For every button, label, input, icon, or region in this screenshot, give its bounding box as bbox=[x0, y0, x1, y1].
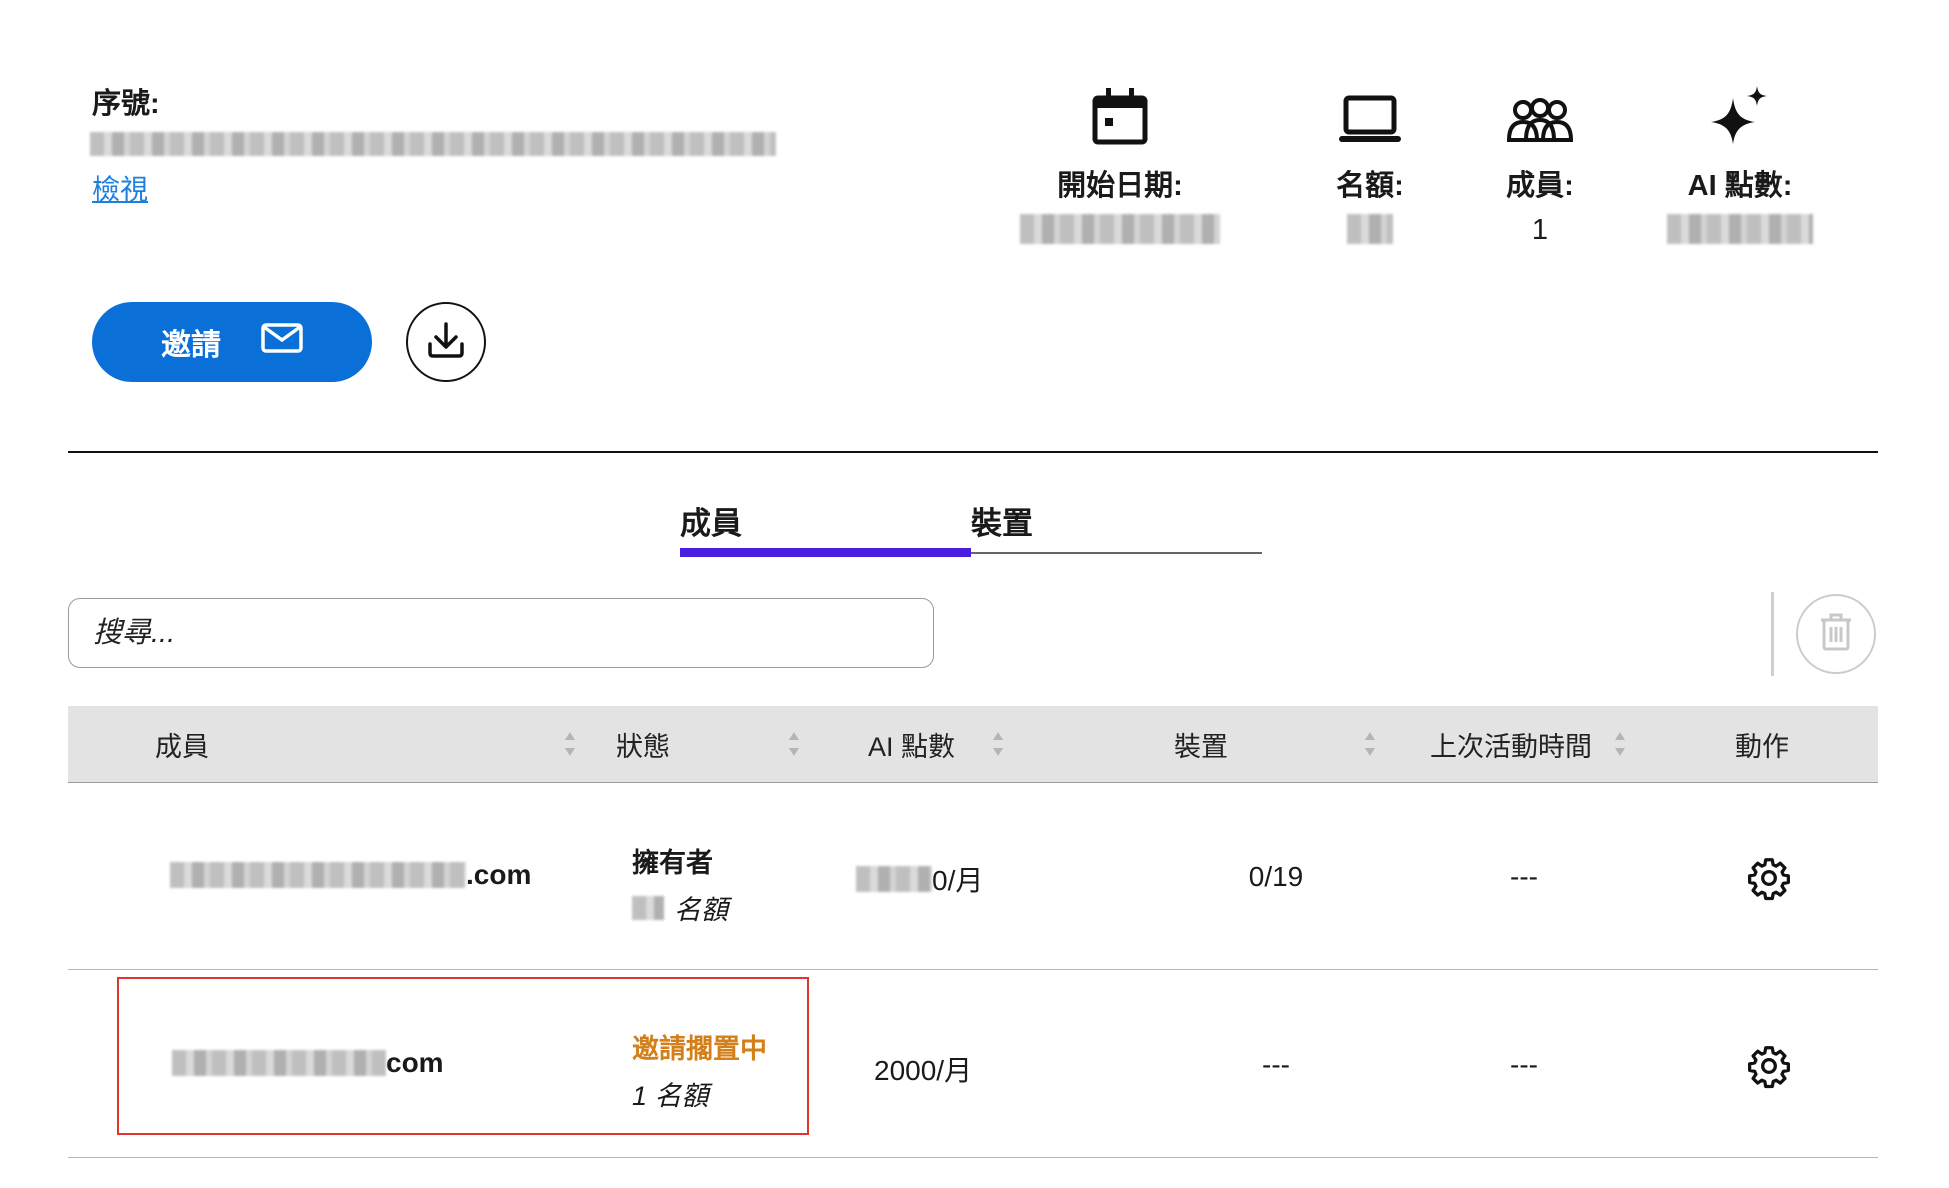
invite-button[interactable]: 邀請 bbox=[92, 302, 372, 382]
sort-icon[interactable] bbox=[1364, 728, 1376, 760]
toolbar-separator bbox=[1771, 592, 1774, 676]
devices-cell: --- bbox=[1262, 1049, 1290, 1080]
section-divider bbox=[68, 451, 1878, 453]
download-button[interactable] bbox=[406, 302, 486, 382]
invite-label: 邀請 bbox=[161, 329, 221, 362]
last-active-cell: --- bbox=[1510, 1049, 1538, 1080]
calendar-icon bbox=[1020, 80, 1220, 146]
serial-label: 序號: bbox=[92, 88, 160, 120]
gear-icon[interactable] bbox=[1746, 1043, 1792, 1089]
table-header: 成員 狀態 AI 點數 裝置 上次活動時間 動作 bbox=[68, 706, 1878, 783]
sort-icon[interactable] bbox=[1614, 728, 1626, 760]
table-row: .com 擁有者 名額 0/月 0/19 --- bbox=[68, 783, 1878, 970]
stat-value: 1 bbox=[1531, 214, 1549, 246]
sort-icon[interactable] bbox=[788, 728, 800, 760]
stat-value-redacted bbox=[1020, 214, 1220, 248]
stat-start-date: 開始日期: bbox=[1020, 80, 1220, 248]
delete-button[interactable] bbox=[1796, 594, 1876, 674]
stat-label: 開始日期: bbox=[1057, 170, 1183, 202]
email-redacted bbox=[170, 862, 466, 888]
highlight-box bbox=[117, 977, 809, 1135]
envelope-icon bbox=[261, 323, 303, 361]
download-icon bbox=[426, 320, 466, 365]
tab-active-indicator bbox=[680, 548, 971, 557]
ai-points-value: 0/月 bbox=[932, 865, 984, 896]
stat-label: 成員: bbox=[1506, 170, 1574, 202]
tab-devices[interactable]: 裝置 bbox=[971, 498, 1261, 543]
tab-members[interactable]: 成員 bbox=[680, 498, 970, 543]
sort-icon[interactable] bbox=[992, 728, 1004, 760]
member-status: 擁有者 名額 bbox=[632, 841, 728, 927]
member-email: .com bbox=[170, 859, 531, 891]
last-active-cell: --- bbox=[1510, 861, 1538, 892]
column-header-member[interactable]: 成員 bbox=[155, 706, 209, 782]
users-icon bbox=[1440, 80, 1640, 146]
search-input[interactable] bbox=[68, 598, 934, 668]
trash-icon bbox=[1819, 612, 1853, 657]
stat-ai-points: AI 點數: bbox=[1640, 80, 1840, 248]
gear-icon[interactable] bbox=[1746, 855, 1792, 901]
status-label: 擁有者 bbox=[632, 848, 713, 878]
stat-members: 成員: 1 bbox=[1440, 80, 1640, 248]
email-suffix: .com bbox=[466, 859, 532, 890]
stat-value-redacted bbox=[1640, 214, 1840, 248]
sparkle-icon bbox=[1640, 80, 1840, 146]
ai-points-redacted bbox=[856, 866, 932, 892]
seat-count-redacted bbox=[632, 895, 664, 920]
devices-cell: 0/19 bbox=[1248, 861, 1304, 892]
column-header-ai-points[interactable]: AI 點數 bbox=[868, 706, 955, 782]
column-header-status[interactable]: 狀態 bbox=[616, 706, 670, 782]
status-sub-label: 名額 bbox=[674, 895, 728, 925]
stat-label: AI 點數: bbox=[1687, 170, 1793, 202]
sort-icon[interactable] bbox=[564, 728, 576, 760]
serial-value-redacted bbox=[90, 132, 776, 156]
column-header-devices[interactable]: 裝置 bbox=[1174, 706, 1228, 782]
ai-points-cell: 0/月 bbox=[856, 859, 983, 899]
view-link[interactable]: 檢視 bbox=[92, 168, 148, 208]
ai-points-cell: 2000/月 bbox=[874, 1055, 973, 1086]
column-header-actions: 動作 bbox=[1735, 731, 1789, 762]
column-header-last-active[interactable]: 上次活動時間 bbox=[1430, 706, 1592, 782]
